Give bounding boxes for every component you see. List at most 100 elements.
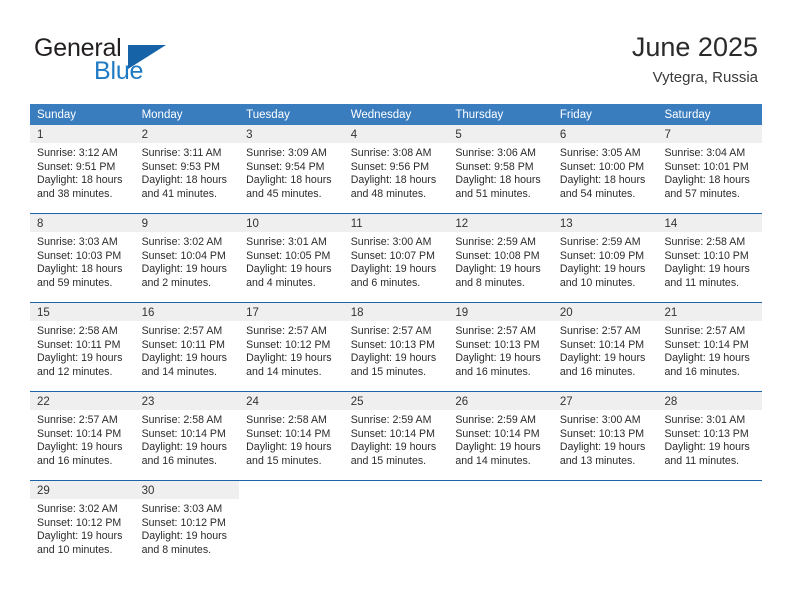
sunset-text: Sunset: 10:13 PM xyxy=(455,338,540,351)
daylight-text-line2: and 11 minutes. xyxy=(664,454,740,467)
day-number: 22 xyxy=(37,396,50,408)
sunset-text: Sunset: 10:14 PM xyxy=(37,427,122,440)
day-cell[interactable]: 5 Sunrise: 3:06 AM Sunset: 9:58 PM Dayli… xyxy=(448,125,553,213)
sunrise-text: Sunrise: 3:03 AM xyxy=(141,503,223,515)
day-cell[interactable]: 10 Sunrise: 3:01 AM Sunset: 10:05 PM Day… xyxy=(239,214,344,302)
sunrise-text: Sunrise: 2:59 AM xyxy=(455,236,536,248)
daylight-text-line2: and 16 minutes. xyxy=(664,365,740,378)
day-details: Sunrise: 2:57 AM Sunset: 10:14 PM Daylig… xyxy=(553,321,658,379)
sunrise-text: Sunrise: 2:57 AM xyxy=(141,325,223,337)
daylight-text-line1: Daylight: 19 hours xyxy=(664,441,750,454)
day-cell[interactable]: 4 Sunrise: 3:08 AM Sunset: 9:56 PM Dayli… xyxy=(343,125,449,213)
day-number: 7 xyxy=(664,129,671,141)
logo-text-blue: Blue xyxy=(94,57,144,85)
daylight-text-line2: and 13 minutes. xyxy=(559,454,636,467)
general-blue-logo[interactable]: General Blue xyxy=(34,34,274,90)
daylight-text-line2: and 2 minutes. xyxy=(141,276,212,289)
day-number: 10 xyxy=(246,218,259,230)
week-row: 29 Sunrise: 3:02 AM Sunset: 10:12 PM Day… xyxy=(30,480,763,569)
day-cell[interactable]: 9 Sunrise: 3:02 AM Sunset: 10:04 PM Dayl… xyxy=(134,214,240,302)
daylight-text-line2: and 6 minutes. xyxy=(350,276,421,289)
sunrise-text: Sunrise: 3:02 AM xyxy=(141,236,223,248)
sunset-text: Sunset: 10:14 PM xyxy=(141,427,226,440)
day-number: 25 xyxy=(350,396,364,408)
sunrise-text: Sunrise: 2:57 AM xyxy=(246,325,327,337)
daylight-text-line1: Daylight: 19 hours xyxy=(350,263,437,276)
daylight-text-line2: and 10 minutes. xyxy=(37,543,113,556)
sunrise-text: Sunrise: 3:00 AM xyxy=(350,236,432,248)
day-cell[interactable]: 12 Sunrise: 2:59 AM Sunset: 10:08 PM Day… xyxy=(448,214,553,302)
day-cell[interactable]: 16 Sunrise: 2:57 AM Sunset: 10:11 PM Day… xyxy=(134,303,240,391)
weekday-header-row: Sunday Monday Tuesday Wednesday Thursday… xyxy=(30,104,762,125)
day-number-strip: 6 xyxy=(552,125,658,143)
day-details: Sunrise: 3:11 AM Sunset: 9:53 PM Dayligh… xyxy=(135,143,240,201)
day-cell[interactable]: 30 Sunrise: 3:03 AM Sunset: 10:12 PM Day… xyxy=(134,481,240,569)
day-number-strip: 7 xyxy=(657,125,763,143)
day-cell[interactable]: 1 Sunrise: 3:12 AM Sunset: 9:51 PM Dayli… xyxy=(30,125,135,213)
day-details: Sunrise: 2:57 AM Sunset: 10:12 PM Daylig… xyxy=(239,321,344,379)
day-cell[interactable]: 8 Sunrise: 3:03 AM Sunset: 10:03 PM Dayl… xyxy=(30,214,135,302)
day-details: Sunrise: 3:00 AM Sunset: 10:13 PM Daylig… xyxy=(553,410,658,468)
day-number: 21 xyxy=(664,307,678,319)
day-cell[interactable]: 7 Sunrise: 3:04 AM Sunset: 10:01 PM Dayl… xyxy=(657,125,763,213)
weekday-header-saturday: Saturday xyxy=(664,109,711,121)
day-details: Sunrise: 3:03 AM Sunset: 10:03 PM Daylig… xyxy=(30,232,135,290)
daylight-text-line2: and 11 minutes. xyxy=(664,276,740,289)
sunset-text: Sunset: 10:12 PM xyxy=(141,516,226,529)
day-cell-empty xyxy=(657,481,763,569)
sunrise-text: Sunrise: 3:08 AM xyxy=(350,147,432,159)
sunrise-text: Sunrise: 3:03 AM xyxy=(37,236,118,248)
day-cell[interactable]: 24 Sunrise: 2:58 AM Sunset: 10:14 PM Day… xyxy=(239,392,344,480)
sunset-text: Sunset: 10:08 PM xyxy=(455,249,540,262)
day-cell[interactable]: 19 Sunrise: 2:57 AM Sunset: 10:13 PM Day… xyxy=(448,303,553,391)
day-number: 27 xyxy=(559,396,573,408)
daylight-text-line1: Daylight: 18 hours xyxy=(141,174,227,187)
day-number-strip: 22 xyxy=(30,392,135,410)
daylight-text-line1: Daylight: 19 hours xyxy=(141,530,227,543)
daylight-text-line2: and 12 minutes. xyxy=(37,365,113,378)
daylight-text-line2: and 15 minutes. xyxy=(350,365,427,378)
day-cell[interactable]: 3 Sunrise: 3:09 AM Sunset: 9:54 PM Dayli… xyxy=(239,125,344,213)
day-details: Sunrise: 2:57 AM Sunset: 10:14 PM Daylig… xyxy=(30,410,135,468)
day-number: 13 xyxy=(559,218,573,230)
page-title: June 2025 xyxy=(631,32,758,62)
day-cell[interactable]: 11 Sunrise: 3:00 AM Sunset: 10:07 PM Day… xyxy=(343,214,449,302)
day-cell[interactable]: 27 Sunrise: 3:00 AM Sunset: 10:13 PM Day… xyxy=(552,392,658,480)
day-cell[interactable]: 14 Sunrise: 2:58 AM Sunset: 10:10 PM Day… xyxy=(657,214,763,302)
day-details: Sunrise: 3:03 AM Sunset: 10:12 PM Daylig… xyxy=(135,499,240,557)
day-cell[interactable]: 2 Sunrise: 3:11 AM Sunset: 9:53 PM Dayli… xyxy=(134,125,240,213)
sunset-text: Sunset: 10:11 PM xyxy=(141,338,226,351)
day-cell[interactable]: 26 Sunrise: 2:59 AM Sunset: 10:14 PM Day… xyxy=(448,392,553,480)
day-cell[interactable]: 28 Sunrise: 3:01 AM Sunset: 10:13 PM Day… xyxy=(657,392,763,480)
day-cell[interactable]: 20 Sunrise: 2:57 AM Sunset: 10:14 PM Day… xyxy=(552,303,658,391)
daylight-text-line1: Daylight: 19 hours xyxy=(559,352,646,365)
day-cell[interactable]: 23 Sunrise: 2:58 AM Sunset: 10:14 PM Day… xyxy=(134,392,240,480)
sunset-text: Sunset: 10:04 PM xyxy=(141,249,226,262)
daylight-text-line2: and 16 minutes. xyxy=(141,454,217,467)
sunset-text: Sunset: 10:12 PM xyxy=(246,338,331,351)
sunrise-text: Sunrise: 2:58 AM xyxy=(664,236,746,248)
daylight-text-line2: and 10 minutes. xyxy=(559,276,636,289)
day-cell[interactable]: 25 Sunrise: 2:59 AM Sunset: 10:14 PM Day… xyxy=(343,392,449,480)
daylight-text-line1: Daylight: 19 hours xyxy=(37,530,123,543)
day-cell[interactable]: 17 Sunrise: 2:57 AM Sunset: 10:12 PM Day… xyxy=(239,303,344,391)
weekday-header-friday: Friday xyxy=(559,109,592,121)
day-cell[interactable]: 22 Sunrise: 2:57 AM Sunset: 10:14 PM Day… xyxy=(30,392,135,480)
sunset-text: Sunset: 9:53 PM xyxy=(141,160,220,173)
daylight-text-line2: and 16 minutes. xyxy=(37,454,113,467)
sunset-text: Sunset: 10:13 PM xyxy=(664,427,749,440)
day-cell[interactable]: 15 Sunrise: 2:58 AM Sunset: 10:11 PM Day… xyxy=(30,303,135,391)
sunrise-text: Sunrise: 2:57 AM xyxy=(664,325,746,337)
day-cell[interactable]: 18 Sunrise: 2:57 AM Sunset: 10:13 PM Day… xyxy=(343,303,449,391)
sunset-text: Sunset: 10:07 PM xyxy=(350,249,435,262)
day-number-strip: 19 xyxy=(448,303,553,321)
daylight-text-line1: Daylight: 18 hours xyxy=(37,174,123,187)
day-cell[interactable]: 29 Sunrise: 3:02 AM Sunset: 10:12 PM Day… xyxy=(30,481,135,569)
day-number: 3 xyxy=(246,129,253,141)
day-cell[interactable]: 13 Sunrise: 2:59 AM Sunset: 10:09 PM Day… xyxy=(552,214,658,302)
day-number: 14 xyxy=(664,218,678,230)
weekday-header-wednesday: Wednesday xyxy=(350,109,412,121)
day-cell[interactable]: 21 Sunrise: 2:57 AM Sunset: 10:14 PM Day… xyxy=(657,303,763,391)
day-cell[interactable]: 6 Sunrise: 3:05 AM Sunset: 10:00 PM Dayl… xyxy=(552,125,658,213)
day-number-strip: 24 xyxy=(239,392,344,410)
